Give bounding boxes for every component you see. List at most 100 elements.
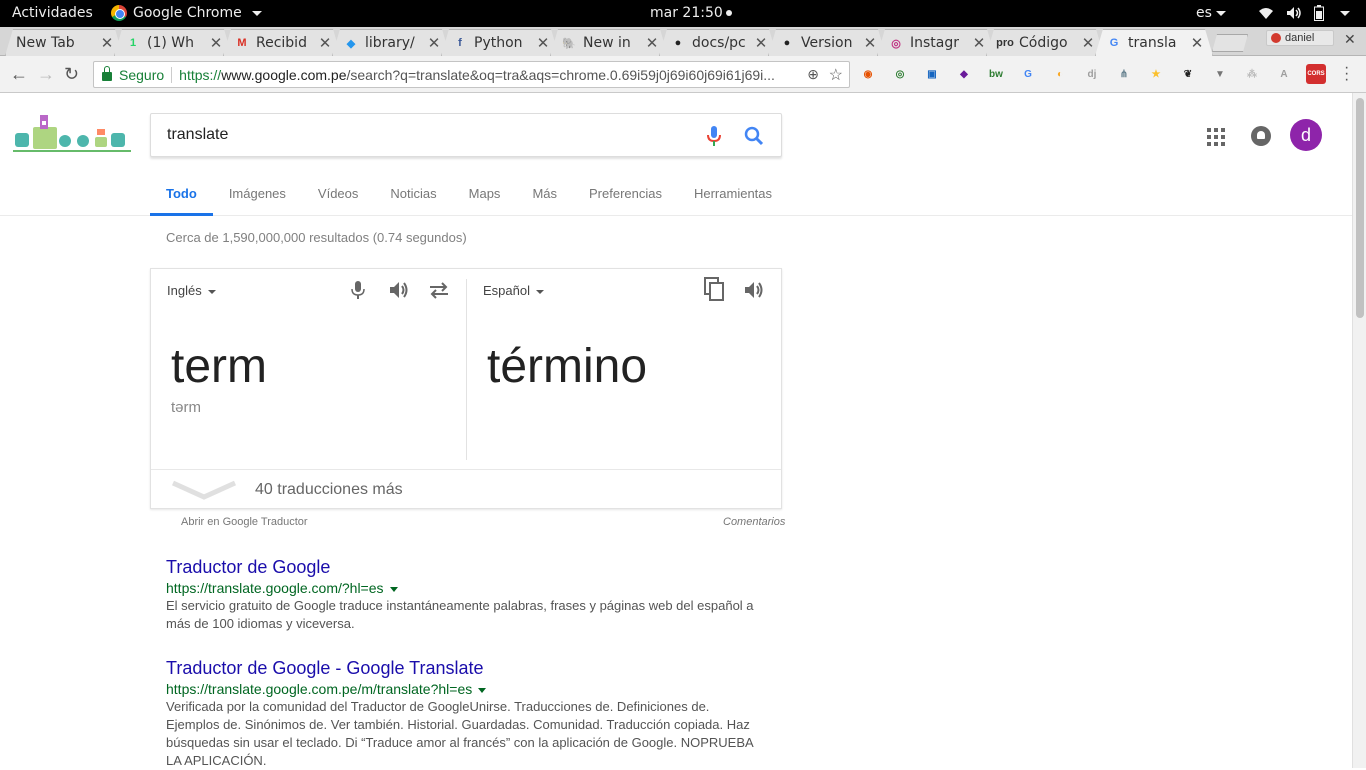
account-avatar[interactable]: d (1290, 119, 1322, 151)
ext-6-icon[interactable]: ◐ (1050, 64, 1070, 84)
back-arrow-icon[interactable]: ← (10, 64, 28, 85)
tab-close-icon[interactable]: ✕ (754, 34, 768, 52)
ext-3-icon[interactable]: ▣ (922, 64, 942, 84)
google-doodle-logo[interactable] (13, 113, 131, 157)
open-in-translate-link[interactable]: Abrir en Google Traductor (181, 516, 308, 528)
source-language-select[interactable]: Inglés (167, 283, 216, 298)
tab-close-icon[interactable]: ✕ (1190, 34, 1204, 52)
tab-close-icon[interactable]: ✕ (645, 34, 659, 52)
instagram-icon: ◎ (891, 37, 901, 50)
result-stats: Cerca de 1,590,000,000 resultados (0.74 … (166, 230, 467, 245)
tab-close-icon[interactable]: ✕ (209, 34, 223, 52)
browser-tab[interactable]: ● docs/pc ✕ (659, 29, 777, 56)
tab-label: New in (583, 35, 631, 51)
ext-1-icon[interactable]: ◉ (858, 64, 878, 84)
tab-close-icon[interactable]: ✕ (100, 34, 114, 52)
google-search-page: translate d Todo Imágenes Vídeos Noticias Ma… (0, 93, 1352, 768)
ext-9-icon[interactable]: ★ (1146, 64, 1166, 84)
tab-close-icon[interactable]: ✕ (863, 34, 877, 52)
search-tab[interactable]: Imágenes (213, 185, 302, 216)
url-options-icon[interactable] (389, 586, 398, 592)
tab-close-icon[interactable]: ✕ (972, 34, 986, 52)
copy-icon[interactable] (703, 276, 725, 302)
location-target-icon[interactable]: ⊕ (807, 66, 819, 83)
target-language-select[interactable]: Español (483, 283, 544, 298)
browser-tab[interactable]: pro Código ✕ (986, 29, 1104, 56)
tab-close-icon[interactable]: ✕ (427, 34, 441, 52)
system-menu[interactable] (1258, 5, 1350, 21)
swap-languages-icon[interactable] (428, 279, 450, 301)
input-language-menu[interactable]: es (1196, 5, 1226, 21)
result-url-text: https://translate.google.com.pe/m/transl… (166, 681, 473, 697)
feedback-link[interactable]: Comentarios (723, 516, 785, 528)
source-speaker-icon[interactable] (388, 279, 410, 301)
tab-close-icon[interactable]: ✕ (1081, 34, 1095, 52)
browser-tab[interactable]: ● Version ✕ (768, 29, 886, 56)
ext-13-icon[interactable]: A (1274, 64, 1294, 84)
search-tab[interactable]: Más (516, 185, 573, 216)
ext-2-icon[interactable]: ◎ (890, 64, 910, 84)
bookmark-star-icon[interactable]: ☆ (829, 65, 843, 85)
url-options-icon[interactable] (478, 687, 487, 693)
search-input[interactable]: translate (167, 126, 228, 144)
page-scrollbar[interactable] (1352, 93, 1366, 768)
docker-icon: ◆ (346, 37, 356, 50)
ext-google-icon[interactable]: G (1018, 64, 1038, 84)
search-tab[interactable]: Preferencias (573, 185, 678, 216)
browser-tab[interactable]: M Recibid ✕ (223, 29, 341, 56)
result-title-link[interactable]: Traductor de Google - Google Translate (166, 658, 766, 679)
tab-close-icon[interactable]: ✕ (318, 34, 332, 52)
search-result: Traductor de Google https://translate.go… (166, 557, 766, 633)
ext-11-icon[interactable]: ▼ (1210, 64, 1230, 84)
scrollbar-thumb[interactable] (1356, 98, 1364, 318)
ext-12-icon[interactable]: ⁂ (1242, 64, 1262, 84)
browser-tab[interactable]: f Python ✕ (441, 29, 559, 56)
chrome-menu-icon[interactable]: · · · (1344, 60, 1349, 88)
more-translations-link[interactable]: 40 traducciones más (255, 481, 403, 499)
search-tab[interactable]: Herramientas (678, 185, 788, 216)
system-top-bar: Actividades Google Chrome mar 21:50 es (0, 0, 1366, 27)
tab-label: (1) Wh (147, 35, 194, 51)
reload-icon[interactable]: ↻ (64, 64, 79, 85)
tab-close-icon[interactable]: ✕ (536, 34, 550, 52)
browser-tab[interactable]: Gtransla ✕ (1095, 29, 1213, 56)
result-title-link[interactable]: Traductor de Google (166, 557, 766, 578)
new-tab-button[interactable] (1212, 34, 1248, 52)
browser-tab[interactable]: ◆ library/ ✕ (332, 29, 450, 56)
ext-10-icon[interactable]: ❦ (1178, 64, 1198, 84)
volume-icon (1287, 7, 1301, 19)
google-apps-icon[interactable] (1207, 128, 1225, 146)
browser-toolbar: ← → ↻ Seguro https://www.google.com.pe/s… (0, 56, 1366, 93)
tab-label: Version (801, 35, 853, 51)
tab-label: transla (1128, 35, 1177, 51)
clock[interactable]: mar 21:50 (650, 5, 732, 21)
forward-arrow-icon[interactable]: → (37, 64, 55, 85)
ext-4-icon[interactable]: ◆ (954, 64, 974, 84)
browser-tab[interactable]: 1 (1) Wh ✕ (114, 29, 232, 56)
notifications-bell-icon[interactable] (1251, 126, 1271, 146)
address-bar[interactable]: Seguro https://www.google.com.pe/search?… (93, 61, 850, 88)
ext-bw-icon[interactable]: bw (986, 64, 1006, 84)
search-tab[interactable]: Maps (453, 185, 517, 216)
expand-chevron-icon[interactable] (171, 479, 237, 501)
profile-button[interactable]: daniel (1266, 30, 1334, 46)
ext-cors-icon[interactable]: CORS (1306, 64, 1326, 84)
browser-tab[interactable]: New Tab ✕ (5, 29, 123, 56)
source-mic-icon[interactable] (351, 279, 365, 301)
app-menu[interactable]: Google Chrome (111, 5, 262, 21)
ext-8-icon[interactable]: ⋔ (1114, 64, 1134, 84)
search-icon[interactable] (743, 125, 765, 147)
target-speaker-icon[interactable] (743, 279, 765, 301)
search-tab[interactable]: Todo (150, 185, 213, 216)
browser-tab[interactable]: ◎ Instagr ✕ (877, 29, 995, 56)
activities-button[interactable]: Actividades (12, 5, 93, 21)
browser-tab[interactable]: 🐘 New in ✕ (550, 29, 668, 56)
tab-label: Código (1019, 35, 1068, 51)
search-tab[interactable]: Noticias (374, 185, 452, 216)
search-tab[interactable]: Vídeos (302, 185, 374, 216)
ext-dj-icon[interactable]: dj (1082, 64, 1102, 84)
tab-strip: New Tab ✕ 1 (1) Wh ✕ M Recibid ✕ ◆ library/ ✕ f Pyth… (0, 27, 1366, 56)
window-close-button[interactable]: ✕ (1344, 31, 1356, 48)
search-box[interactable]: translate (150, 113, 782, 157)
voice-search-icon[interactable] (706, 125, 722, 147)
